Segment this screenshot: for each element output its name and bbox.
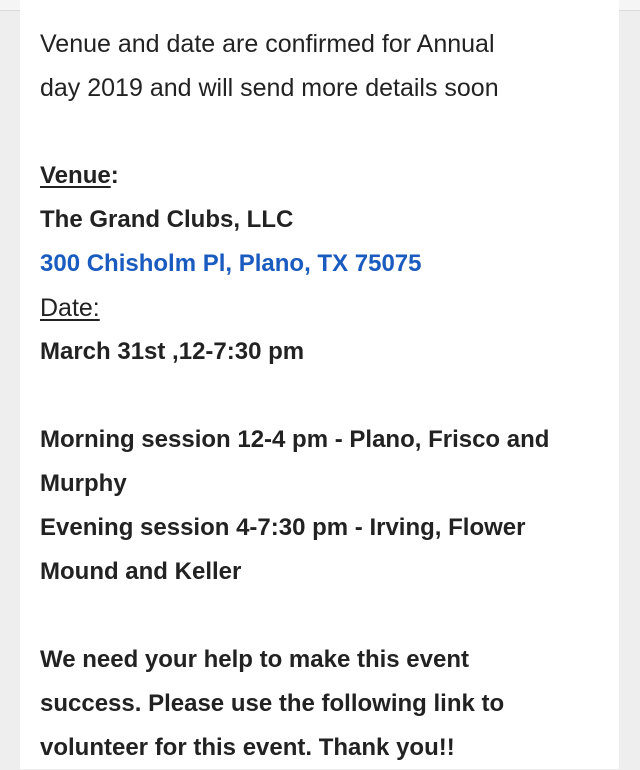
evening-session-line-1: Evening session 4-7:30 pm - Irving, Flow… [40,514,526,541]
help-line-1: We need your help to make this event [40,646,469,673]
venue-heading: Venue: [40,154,615,198]
date-label-text: Date: [40,294,100,322]
intro-line-2: day 2019 and will send more details soon [40,74,499,102]
venue-label: Venue [40,162,111,189]
venue-address-link[interactable]: 300 Chisholm Pl, Plano, TX 75075 [40,242,615,286]
evening-session-line-2: Mound and Keller [40,558,242,585]
venue-name: The Grand Clubs, LLC [40,206,294,233]
email-content: Venue and date are confirmed for Annual … [40,22,615,770]
date-label: Date: [40,286,615,330]
morning-session-line-2: Murphy [40,470,127,497]
help-line-2: success. Please use the following link t… [40,690,505,717]
help-line-3: volunteer for this event. Thank you!! [40,734,455,761]
morning-session-line-1: Morning session 12-4 pm - Plano, Frisco … [40,426,550,453]
venue-colon: : [110,162,119,189]
date-value: March 31st ,12-7:30 pm [40,338,305,365]
intro-line-1: Venue and date are confirmed for Annual [40,30,495,58]
